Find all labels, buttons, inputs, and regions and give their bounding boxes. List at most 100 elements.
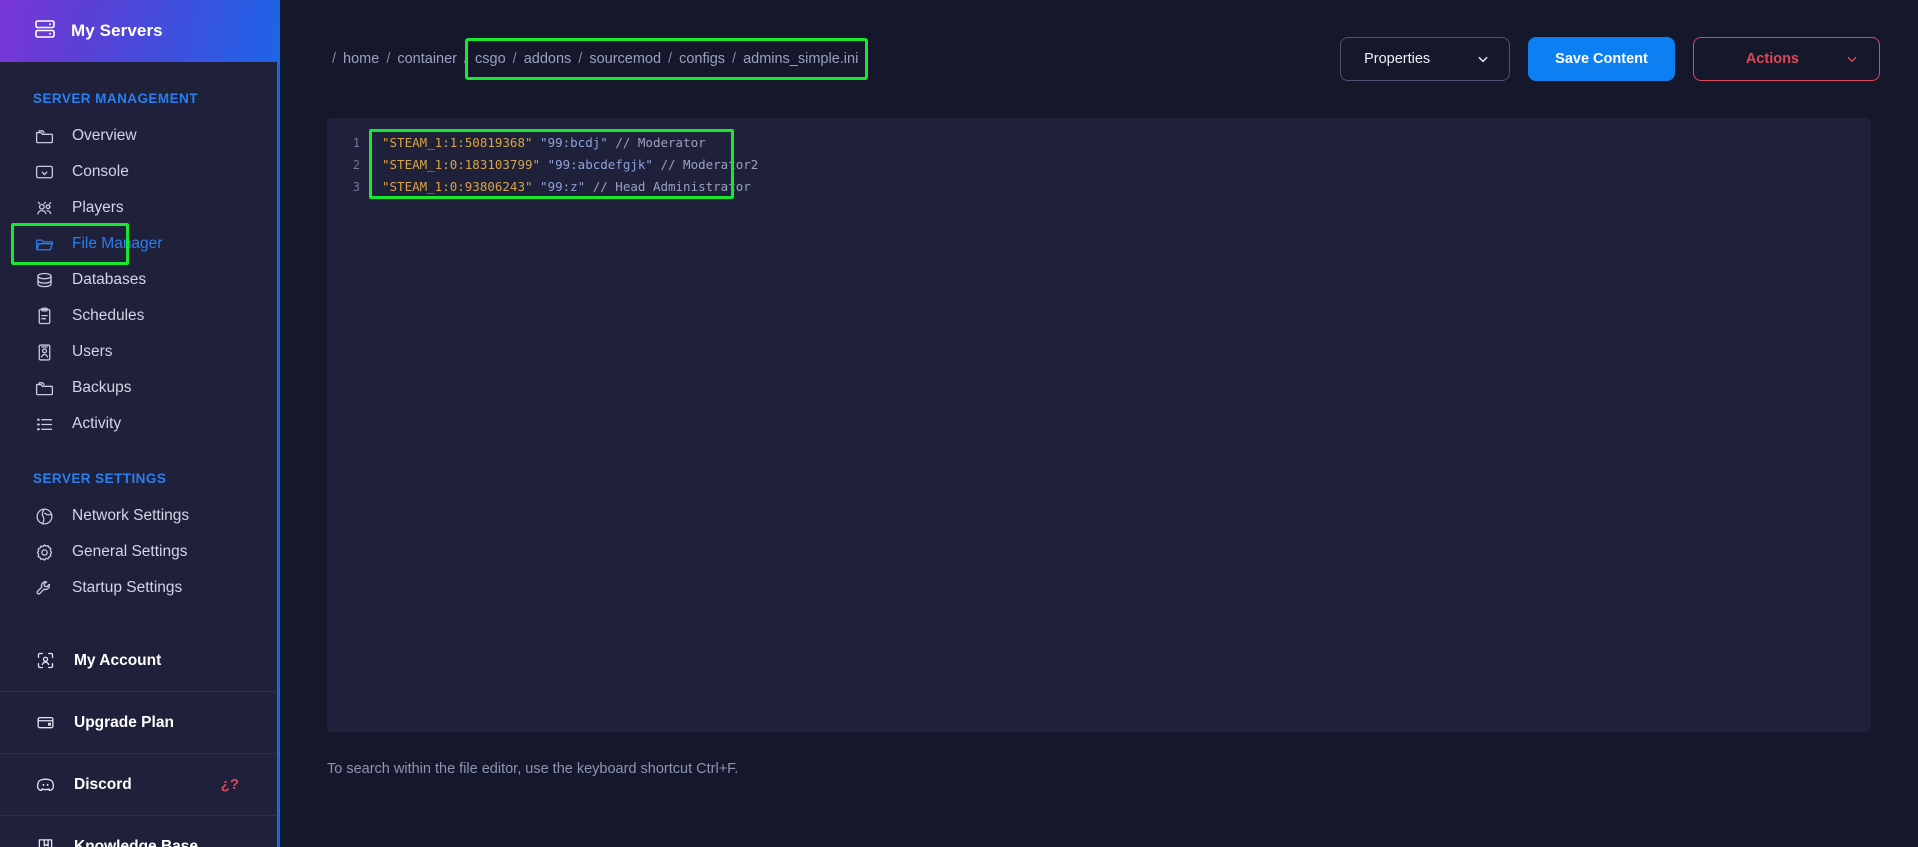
code-content[interactable]: "STEAM_1:1:50819368" "99:bcdj" // Modera… — [369, 118, 1871, 732]
line-number: 2 — [352, 158, 360, 172]
sidebar-footer-item-knowledge-base[interactable]: Knowledge Base — [0, 816, 277, 847]
sidebar-item-label: Players — [72, 199, 124, 216]
sidebar-item-label: Activity — [72, 415, 122, 432]
sidebar-footer-item-upgrade-plan[interactable]: Upgrade Plan — [0, 692, 277, 754]
code-token: "99:bcdj" — [540, 135, 608, 150]
sidebar-item-label: Network Settings — [72, 507, 190, 524]
code-line: "STEAM_1:1:50819368" "99:bcdj" // Modera… — [382, 132, 1871, 154]
chevron-down-icon — [1845, 52, 1859, 66]
sidebar-item-label: Overview — [72, 127, 137, 144]
sidebar-nav: SERVER MANAGEMENT Overview Console Players F… — [0, 62, 277, 606]
file-editor-area: 1 2 3 "STEAM_1:1:50819368" "99:bcdj" // Mo… — [327, 118, 1871, 732]
database-icon — [33, 269, 55, 291]
breadcrumb-separator: / — [332, 51, 337, 67]
sidebar-footer-item-discord[interactable]: Discord ¿? — [0, 754, 277, 816]
breadcrumb-segment[interactable]: addons — [522, 51, 574, 67]
properties-button[interactable]: Properties — [1340, 37, 1511, 81]
breadcrumb-segment[interactable]: csgo — [473, 51, 508, 67]
sidebar-item-schedules[interactable]: Schedules — [0, 298, 277, 334]
folders-icon — [33, 125, 55, 147]
sidebar-footer-item-label: My Account — [74, 651, 162, 669]
sidebar-item-label: Users — [72, 343, 113, 360]
actions-button[interactable]: Actions — [1692, 37, 1880, 81]
sidebar-footer-item-label: Knowledge Base — [74, 837, 199, 847]
sidebar-section-label: SERVER SETTINGS — [33, 471, 167, 486]
clipboard-icon — [33, 305, 55, 327]
app-root: My Servers SERVER MANAGEMENT Overview Cons… — [0, 0, 1918, 847]
sidebar-item-label: General Settings — [72, 543, 188, 560]
wallet-icon — [33, 711, 57, 735]
breadcrumb-separator: / — [512, 51, 517, 67]
breadcrumb-separator: / — [386, 51, 391, 67]
code-token: "99:z" — [540, 179, 586, 194]
breadcrumb: / home / container / csgo / addons / sourcemod / co… — [327, 38, 869, 80]
save-content-button[interactable]: Save Content — [1528, 37, 1675, 81]
code-token: "STEAM_1:0:183103799" — [382, 157, 541, 172]
code-token: "STEAM_1:1:50819368" — [382, 135, 533, 150]
sidebar-section-label: SERVER MANAGEMENT — [33, 91, 198, 106]
sidebar-item-label: Backups — [72, 379, 132, 396]
sidebar-item-general-settings[interactable]: General Settings — [0, 534, 277, 570]
servers-icon — [33, 17, 57, 46]
sidebar-item-users[interactable]: Users — [0, 334, 277, 370]
sidebar-item-file-manager[interactable]: File Manager — [0, 223, 277, 265]
sidebar-item-label: Databases — [72, 271, 147, 288]
search-hint: To search within the file editor, use th… — [327, 761, 739, 777]
code-token: // Moderator — [615, 135, 706, 150]
sidebar-item-label: Console — [72, 163, 129, 180]
sidebar-item-label: Startup Settings — [72, 579, 183, 596]
line-number: 3 — [352, 180, 360, 194]
wrench-icon — [33, 577, 55, 599]
sidebar-item-backups[interactable]: Backups — [0, 370, 277, 406]
sidebar-footer-item-label: Discord — [74, 775, 132, 793]
sidebar-item-players[interactable]: Players — [0, 190, 277, 226]
sidebar-footer-item-my-account[interactable]: My Account — [0, 630, 277, 692]
brand-header[interactable]: My Servers — [0, 0, 277, 62]
discord-badge: ¿? — [220, 776, 239, 793]
folder-open-icon — [33, 233, 55, 255]
code-line: "STEAM_1:0:183103799" "99:abcdefgjk" // … — [382, 154, 1871, 176]
sidebar-item-label: Schedules — [72, 307, 145, 324]
main-content: / home / container / csgo / addons / sourcemod / co… — [280, 0, 1918, 847]
actions-button-label: Actions — [1745, 51, 1799, 67]
players-icon — [33, 197, 55, 219]
chevron-down-icon — [1476, 52, 1490, 66]
code-token: // Head Administrator — [592, 179, 751, 194]
sidebar-item-databases[interactable]: Databases — [0, 262, 277, 298]
sidebar-footer-item-label: Upgrade Plan — [74, 713, 174, 731]
breadcrumb-separator: / — [578, 51, 583, 67]
breadcrumb-segment[interactable]: sourcemod — [587, 51, 663, 67]
sidebar-item-startup-settings[interactable]: Startup Settings — [0, 570, 277, 606]
console-icon — [33, 161, 55, 183]
sidebar-item-activity[interactable]: Activity — [0, 406, 277, 442]
globe-icon — [33, 505, 55, 527]
breadcrumb-segment[interactable]: home — [341, 51, 381, 67]
breadcrumb-segment[interactable]: configs — [677, 51, 727, 67]
properties-button-label: Properties — [1364, 51, 1431, 67]
sidebar-footer-nav: My Account Upgrade Plan Discord ¿? Knowledge… — [0, 630, 277, 847]
top-toolbar: / home / container / csgo / addons / sourcemod / co… — [280, 0, 1918, 118]
code-line: "STEAM_1:0:93806243" "99:z" // Head Admi… — [382, 176, 1871, 198]
line-number-gutter: 1 2 3 — [327, 118, 369, 732]
sidebar: My Servers SERVER MANAGEMENT Overview Cons… — [0, 0, 280, 847]
sidebar-item-label: File Manager — [72, 235, 163, 252]
user-card-icon — [33, 341, 55, 363]
sidebar-item-overview[interactable]: Overview — [0, 118, 277, 154]
code-editor[interactable]: 1 2 3 "STEAM_1:1:50819368" "99:bcdj" // Mo… — [327, 118, 1871, 732]
account-frame-icon — [33, 649, 57, 673]
code-token: "99:abcdefgjk" — [547, 157, 653, 172]
toolbar-actions: Properties Save Content Actions — [1340, 37, 1880, 81]
code-token: "STEAM_1:0:93806243" — [382, 179, 533, 194]
discord-icon — [33, 773, 57, 797]
save-content-button-label: Save Content — [1555, 51, 1648, 67]
gear-icon — [33, 541, 55, 563]
breadcrumb-segment[interactable]: container — [395, 51, 459, 67]
breadcrumb-separator: / — [464, 51, 469, 67]
sidebar-item-network-settings[interactable]: Network Settings — [0, 498, 277, 534]
breadcrumb-segment[interactable]: admins_simple.ini — [741, 51, 860, 67]
sidebar-item-console[interactable]: Console — [0, 154, 277, 190]
line-number: 1 — [352, 136, 360, 150]
breadcrumb-separator: / — [732, 51, 737, 67]
